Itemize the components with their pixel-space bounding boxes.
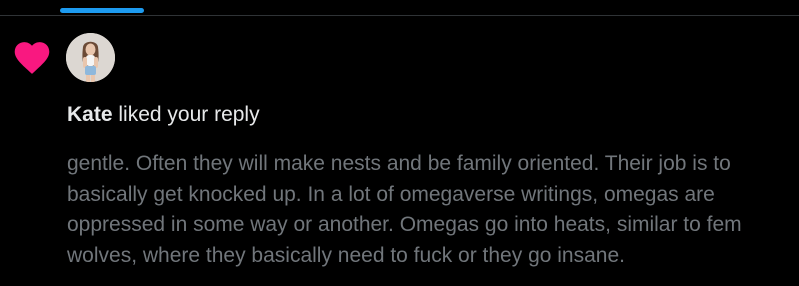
user-name[interactable]: Kate [67, 103, 113, 126]
heart-icon [14, 42, 50, 74]
notification-headline: Kate liked your reply [67, 101, 260, 129]
avatar-image [66, 33, 115, 82]
active-tab-indicator [60, 8, 144, 13]
avatar[interactable] [66, 33, 115, 82]
reply-line: basically get knocked up. In a lot of om… [67, 182, 715, 206]
action-text: liked your reply [112, 103, 260, 126]
reply-line: wolves, where they basically need to fuc… [67, 243, 625, 267]
tab-divider [0, 15, 799, 16]
reply-text: gentle. Often they will make nests and b… [67, 149, 799, 271]
reply-line: oppressed in some way or another. Omegas… [67, 213, 742, 236]
reply-line: gentle. Often they will make nests and b… [67, 152, 731, 175]
